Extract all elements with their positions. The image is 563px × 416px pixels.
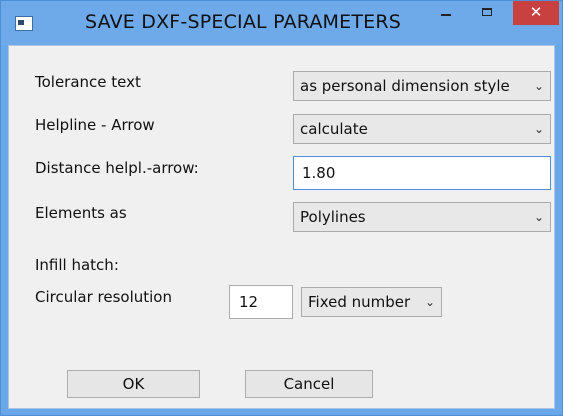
elements-as-label: Elements as [35,204,127,222]
maximize-button[interactable] [474,1,502,25]
elements-as-dropdown[interactable]: Polylines ⌄ [293,202,551,232]
cancel-button[interactable]: Cancel [245,370,373,398]
chevron-down-icon: ⌄ [424,295,435,309]
circular-resolution-label: Circular resolution [35,288,172,306]
distance-input[interactable]: 1.80 [293,156,551,190]
helpline-arrow-value: calculate [300,120,368,138]
circular-resolution-input[interactable]: 12 [229,285,293,319]
chevron-down-icon: ⌄ [533,122,544,136]
maximize-icon [482,8,492,16]
chevron-down-icon: ⌄ [533,210,544,224]
title-bar[interactable]: SAVE DXF-SPECIAL PARAMETERS ✕ [1,1,562,45]
close-icon: ✕ [529,3,543,21]
minimize-button[interactable] [432,1,460,25]
circular-resolution-mode-value: Fixed number [308,293,411,311]
elements-as-value: Polylines [300,208,366,226]
tolerance-text-label: Tolerance text [35,73,141,91]
distance-label: Distance helpl.-arrow: [35,159,199,177]
ok-button[interactable]: OK [67,370,200,398]
chevron-down-icon: ⌄ [533,79,544,93]
tolerance-text-value: as personal dimension style [300,77,510,95]
minimize-icon [441,14,451,16]
tolerance-text-dropdown[interactable]: as personal dimension style ⌄ [293,71,551,101]
dialog-content: Tolerance text as personal dimension sty… [8,45,555,409]
dialog-window: SAVE DXF-SPECIAL PARAMETERS ✕ Tolerance … [0,0,563,416]
infill-hatch-label: Infill hatch: [35,256,119,274]
circular-resolution-mode-dropdown[interactable]: Fixed number ⌄ [301,287,442,317]
close-button[interactable]: ✕ [513,1,559,25]
app-window-icon [15,16,33,31]
helpline-arrow-label: Helpline - Arrow [35,116,155,134]
helpline-arrow-dropdown[interactable]: calculate ⌄ [293,114,551,144]
window-title: SAVE DXF-SPECIAL PARAMETERS [85,11,402,33]
